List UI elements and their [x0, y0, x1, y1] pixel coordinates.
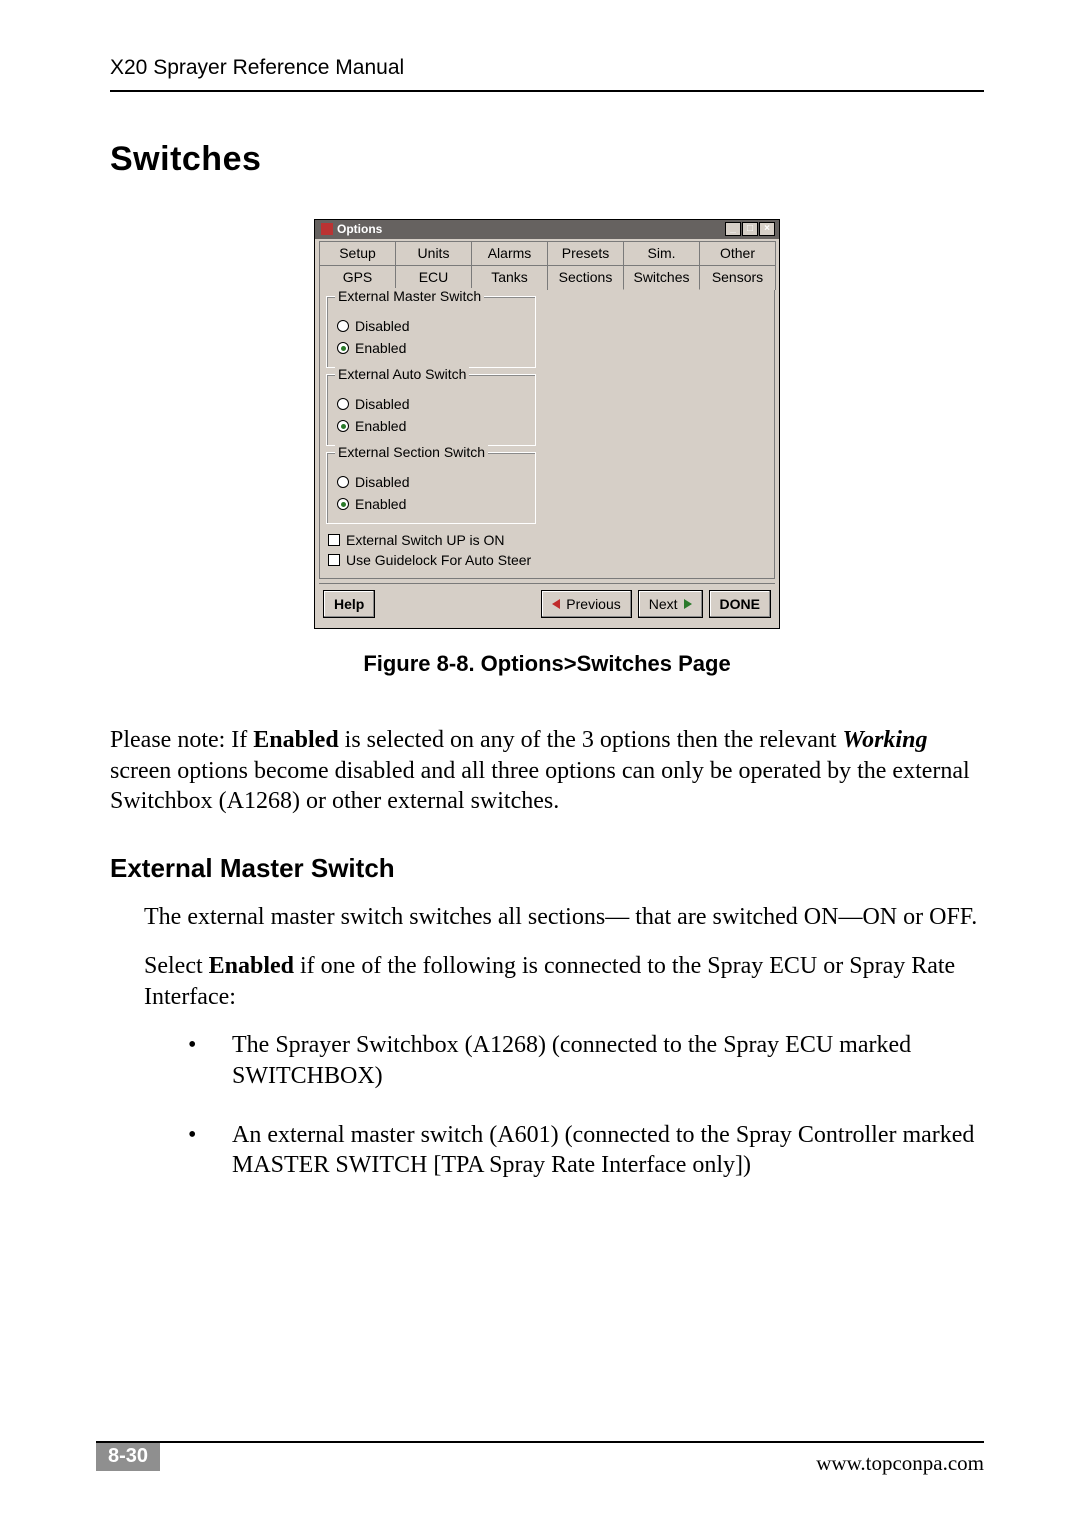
radio-icon [337, 476, 349, 488]
tab-sim[interactable]: Sim. [623, 241, 700, 265]
group-legend: External Master Switch [335, 288, 484, 304]
footer-url: www.topconpa.com [816, 1451, 984, 1476]
radio-icon [337, 498, 349, 510]
ems-para-1: The external master switch switches all … [144, 902, 984, 933]
radio-icon [337, 398, 349, 410]
help-button[interactable]: Help [323, 590, 375, 618]
doc-header: X20 Sprayer Reference Manual [110, 56, 984, 92]
tab-ecu[interactable]: ECU [395, 265, 472, 290]
dialog-titlebar: Options _ □ × [315, 220, 779, 239]
button-label: Previous [566, 596, 620, 612]
group-external-master: External Master Switch Disabled Enabled [326, 296, 536, 368]
previous-button[interactable]: Previous [541, 590, 631, 618]
tab-sections[interactable]: Sections [547, 265, 624, 290]
close-icon[interactable]: × [759, 222, 775, 236]
group-external-section: External Section Switch Disabled Enabled [326, 452, 536, 524]
radio-label: Enabled [355, 496, 406, 512]
group-legend: External Auto Switch [335, 366, 469, 382]
tab-gps[interactable]: GPS [319, 265, 396, 290]
tab-sensors[interactable]: Sensors [699, 265, 776, 290]
radio-icon [337, 342, 349, 354]
checkbox-icon [328, 554, 340, 566]
figure-caption: Figure 8-8. Options>Switches Page [110, 651, 984, 677]
checkbox-label: Use Guidelock For Auto Steer [346, 552, 531, 568]
note-paragraph: Please note: If Enabled is selected on a… [110, 725, 984, 817]
radio-icon [337, 320, 349, 332]
tab-tanks[interactable]: Tanks [471, 265, 548, 290]
radio-label: Enabled [355, 340, 406, 356]
radio-label: Disabled [355, 474, 409, 490]
group-legend: External Section Switch [335, 444, 488, 460]
radio-auto-disabled[interactable]: Disabled [335, 393, 527, 415]
checkbox-switch-up[interactable]: External Switch UP is ON [326, 530, 768, 550]
checkbox-icon [328, 534, 340, 546]
app-icon [321, 223, 333, 235]
radio-section-enabled[interactable]: Enabled [335, 493, 527, 515]
list-item: The Sprayer Switchbox (A1268) (connected… [188, 1030, 984, 1091]
radio-auto-enabled[interactable]: Enabled [335, 415, 527, 437]
button-label: Help [334, 596, 364, 612]
options-dialog: Options _ □ × Setup Units Alarms Presets… [314, 219, 780, 629]
radio-master-disabled[interactable]: Disabled [335, 315, 527, 337]
tab-alarms[interactable]: Alarms [471, 241, 548, 265]
button-label: DONE [720, 596, 760, 612]
radio-label: Disabled [355, 396, 409, 412]
page-footer: 8-30 www.topconpa.com [96, 1441, 984, 1476]
list-item: An external master switch (A601) (connec… [188, 1120, 984, 1181]
minimize-icon[interactable]: _ [725, 222, 741, 236]
radio-label: Enabled [355, 418, 406, 434]
button-label: Next [649, 596, 678, 612]
arrow-left-icon [552, 599, 560, 609]
radio-section-disabled[interactable]: Disabled [335, 471, 527, 493]
checkbox-use-guidelock[interactable]: Use Guidelock For Auto Steer [326, 550, 768, 570]
page-number: 8-30 [96, 1443, 160, 1471]
done-button[interactable]: DONE [709, 590, 771, 618]
dialog-title-text: Options [337, 222, 382, 236]
tab-setup[interactable]: Setup [319, 241, 396, 265]
checkbox-label: External Switch UP is ON [346, 532, 504, 548]
arrow-right-icon [684, 599, 692, 609]
tab-other[interactable]: Other [699, 241, 776, 265]
radio-master-enabled[interactable]: Enabled [335, 337, 527, 359]
next-button[interactable]: Next [638, 590, 703, 618]
group-external-auto: External Auto Switch Disabled Enabled [326, 374, 536, 446]
subsection-title: External Master Switch [110, 853, 984, 884]
dialog-body: External Master Switch Disabled Enabled … [319, 290, 775, 579]
radio-label: Disabled [355, 318, 409, 334]
bullet-list: The Sprayer Switchbox (A1268) (connected… [188, 1030, 984, 1181]
ems-para-2: Select Enabled if one of the following i… [144, 951, 984, 1012]
dialog-button-bar: Help Previous Next DONE [319, 583, 775, 624]
tab-switches[interactable]: Switches [623, 265, 700, 290]
maximize-icon[interactable]: □ [742, 222, 758, 236]
tab-units[interactable]: Units [395, 241, 472, 265]
tab-presets[interactable]: Presets [547, 241, 624, 265]
section-title: Switches [110, 140, 984, 179]
screenshot-figure: Options _ □ × Setup Units Alarms Presets… [110, 219, 984, 629]
radio-icon [337, 420, 349, 432]
